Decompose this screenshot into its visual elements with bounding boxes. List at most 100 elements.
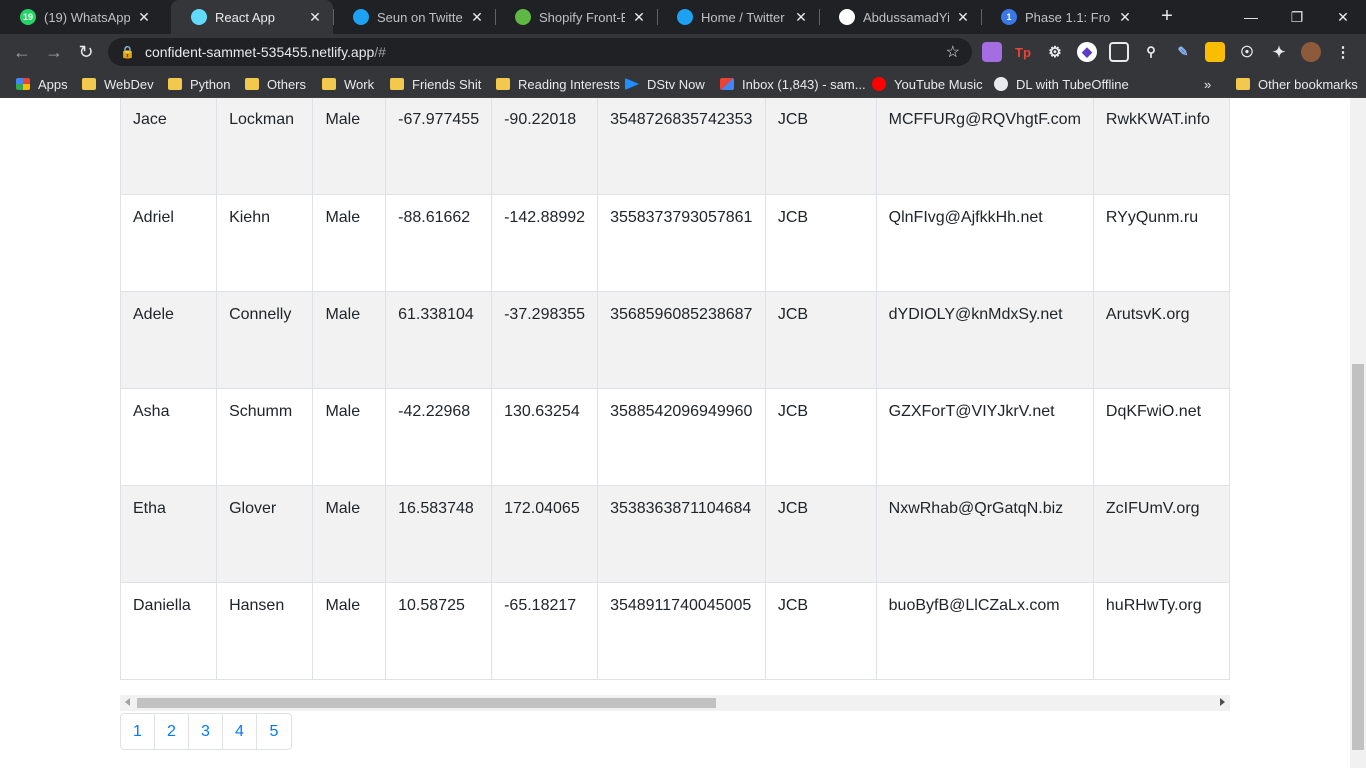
shopify-icon xyxy=(515,9,531,25)
close-tab-icon[interactable]: ✕ xyxy=(136,9,152,26)
close-tab-icon[interactable]: ✕ xyxy=(955,9,971,26)
folder-icon xyxy=(168,78,182,90)
table-row: Jace Lockman Male -67.977455 -90.22018 354872… xyxy=(121,98,1230,195)
horizontal-scrollbar[interactable] xyxy=(120,695,1230,711)
minimize-icon[interactable]: — xyxy=(1228,0,1274,34)
page-viewport: Jace Lockman Male -67.977455 -90.22018 354872… xyxy=(0,98,1350,768)
other-bookmarks-folder[interactable]: Other bookmarks xyxy=(1236,70,1358,98)
bookmark-label: Work xyxy=(344,76,375,92)
bookmarks-overflow-button[interactable]: » xyxy=(1204,70,1211,98)
bookmark-item[interactable]: DStv Now xyxy=(625,70,705,98)
extension-globe-icon[interactable]: ☉ xyxy=(1237,42,1257,62)
forward-icon[interactable]: → xyxy=(40,38,68,66)
bookmark-item[interactable]: Others xyxy=(245,70,306,98)
page-link-3[interactable]: 3 xyxy=(189,714,223,749)
tab-4[interactable]: Shopify Front-End ✕ xyxy=(495,0,657,34)
cell-longitude: -65.18217 xyxy=(491,582,599,680)
extension-diamond-icon[interactable]: ◆ xyxy=(1077,42,1097,62)
new-tab-icon[interactable]: + xyxy=(1155,5,1179,29)
cell-first-name: Etha xyxy=(121,485,218,583)
folder-icon xyxy=(496,78,510,90)
cell-last-name: Lockman xyxy=(216,98,314,195)
cell-email: MCFFURg@RQVhgtF.com xyxy=(876,98,1094,195)
extension-note-icon[interactable] xyxy=(1205,42,1225,62)
tab-title: Shopify Front-End xyxy=(539,9,625,25)
cell-longitude: 172.04065 xyxy=(491,485,599,583)
tab-6[interactable]: AbdussamadYisau ✕ xyxy=(819,0,981,34)
bookmark-label: Reading Interests xyxy=(518,76,620,92)
tab-3[interactable]: Seun on Twitter: "I ✕ xyxy=(333,0,495,34)
bookmark-label: DStv Now xyxy=(647,76,705,92)
extension-icon[interactable] xyxy=(982,42,1002,62)
reload-icon[interactable]: ↻ xyxy=(72,38,100,66)
cell-domain: RwkKWAT.info xyxy=(1093,98,1230,195)
page-link-5[interactable]: 5 xyxy=(257,714,291,749)
cell-credit-card-number: 3558373793057861 xyxy=(597,194,766,292)
tab-2[interactable]: React App ✕ xyxy=(171,0,333,34)
bookmark-label: Inbox (1,843) - sam... xyxy=(742,76,866,92)
close-tab-icon[interactable]: ✕ xyxy=(307,9,323,26)
bookmark-item[interactable]: Apps xyxy=(16,70,68,98)
extension-tp-icon[interactable]: Tp xyxy=(1013,42,1033,62)
cell-email: dYDIOLY@knMdxSy.net xyxy=(876,291,1094,389)
other-bookmarks-label: Other bookmarks xyxy=(1258,76,1358,92)
bookmark-item[interactable]: Inbox (1,843) - sam... xyxy=(720,70,866,98)
close-tab-icon[interactable]: ✕ xyxy=(631,9,647,26)
table-row: Daniella Hansen Male 10.58725 -65.18217 35489… xyxy=(121,582,1230,680)
extension-search-icon[interactable]: ⚲ xyxy=(1141,42,1161,62)
vertical-scroll-thumb[interactable] xyxy=(1352,364,1364,750)
cell-latitude: 61.338104 xyxy=(385,291,493,389)
bookmark-item[interactable]: Friends Shit xyxy=(390,70,481,98)
bookmark-item[interactable]: WebDev xyxy=(82,70,154,98)
bookmark-item[interactable]: DL with TubeOffline xyxy=(994,70,1129,98)
close-tab-icon[interactable]: ✕ xyxy=(469,9,485,26)
cell-email: QlnFIvg@AjfkkHh.net xyxy=(876,194,1094,292)
scroll-right-arrow-icon[interactable] xyxy=(1220,698,1225,706)
cell-longitude: 130.63254 xyxy=(491,388,599,486)
cell-gender: Male xyxy=(312,485,387,583)
scroll-left-arrow-icon[interactable] xyxy=(125,698,130,706)
close-tab-icon[interactable]: ✕ xyxy=(1117,9,1133,26)
bookmark-label: Python xyxy=(190,76,231,92)
tab-separator xyxy=(333,9,334,25)
bookmark-star-icon[interactable]: ☆ xyxy=(946,42,960,62)
tab-5[interactable]: Home / Twitter ✕ xyxy=(657,0,819,34)
bookmark-item[interactable]: Python xyxy=(168,70,230,98)
back-icon[interactable]: ← xyxy=(8,38,36,66)
tab-1[interactable]: 19 (19) WhatsApp ✕ xyxy=(0,0,162,34)
cell-domain: DqKFwiO.net xyxy=(1093,388,1230,486)
restore-icon[interactable]: ❐ xyxy=(1274,0,1320,34)
vertical-scrollbar[interactable] xyxy=(1350,98,1366,768)
tab-7[interactable]: 1 Phase 1.1: Front-e ✕ xyxy=(981,0,1143,34)
menu-kebab-icon[interactable]: ⋮ xyxy=(1333,42,1353,62)
doc-icon: 1 xyxy=(1001,9,1017,25)
tab-title: React App xyxy=(215,9,275,25)
cell-card-type: JCB xyxy=(765,388,877,486)
bookmark-label: Apps xyxy=(38,76,68,92)
address-bar[interactable]: 🔒 confident-sammet-535455.netlify.app/# … xyxy=(108,38,972,66)
close-window-icon[interactable]: ✕ xyxy=(1320,0,1366,34)
page-link-1[interactable]: 1 xyxy=(121,714,155,749)
horizontal-scroll-thumb[interactable] xyxy=(137,698,716,708)
bookmark-label: Friends Shit xyxy=(412,76,482,92)
folder-icon xyxy=(390,78,404,90)
bookmark-item[interactable]: YouTube Music xyxy=(872,70,983,98)
cell-first-name: Adriel xyxy=(121,194,218,292)
apps-grid-icon xyxy=(16,78,30,90)
settings-gear-icon[interactable]: ⚙ xyxy=(1045,42,1065,62)
page-link-4[interactable]: 4 xyxy=(223,714,257,749)
page-link-2[interactable]: 2 xyxy=(155,714,189,749)
cell-latitude: -88.61662 xyxy=(385,194,493,292)
bookmark-item[interactable]: Work xyxy=(322,70,374,98)
extension-square-icon[interactable] xyxy=(1109,42,1129,62)
browser-toolbar: ← → ↻ 🔒 confident-sammet-535455.netlify.… xyxy=(0,34,1366,70)
close-tab-icon[interactable]: ✕ xyxy=(793,9,809,26)
bookmark-item[interactable]: Reading Interests xyxy=(496,70,620,98)
tab-separator xyxy=(495,9,496,25)
bookmark-label: DL with TubeOffline xyxy=(1016,76,1129,92)
twitter-icon xyxy=(677,9,693,25)
profile-avatar[interactable] xyxy=(1301,42,1321,62)
cell-last-name: Connelly xyxy=(216,291,314,389)
extensions-puzzle-icon[interactable]: ✦ xyxy=(1269,42,1289,62)
pen-icon[interactable]: ✎ xyxy=(1173,42,1193,62)
